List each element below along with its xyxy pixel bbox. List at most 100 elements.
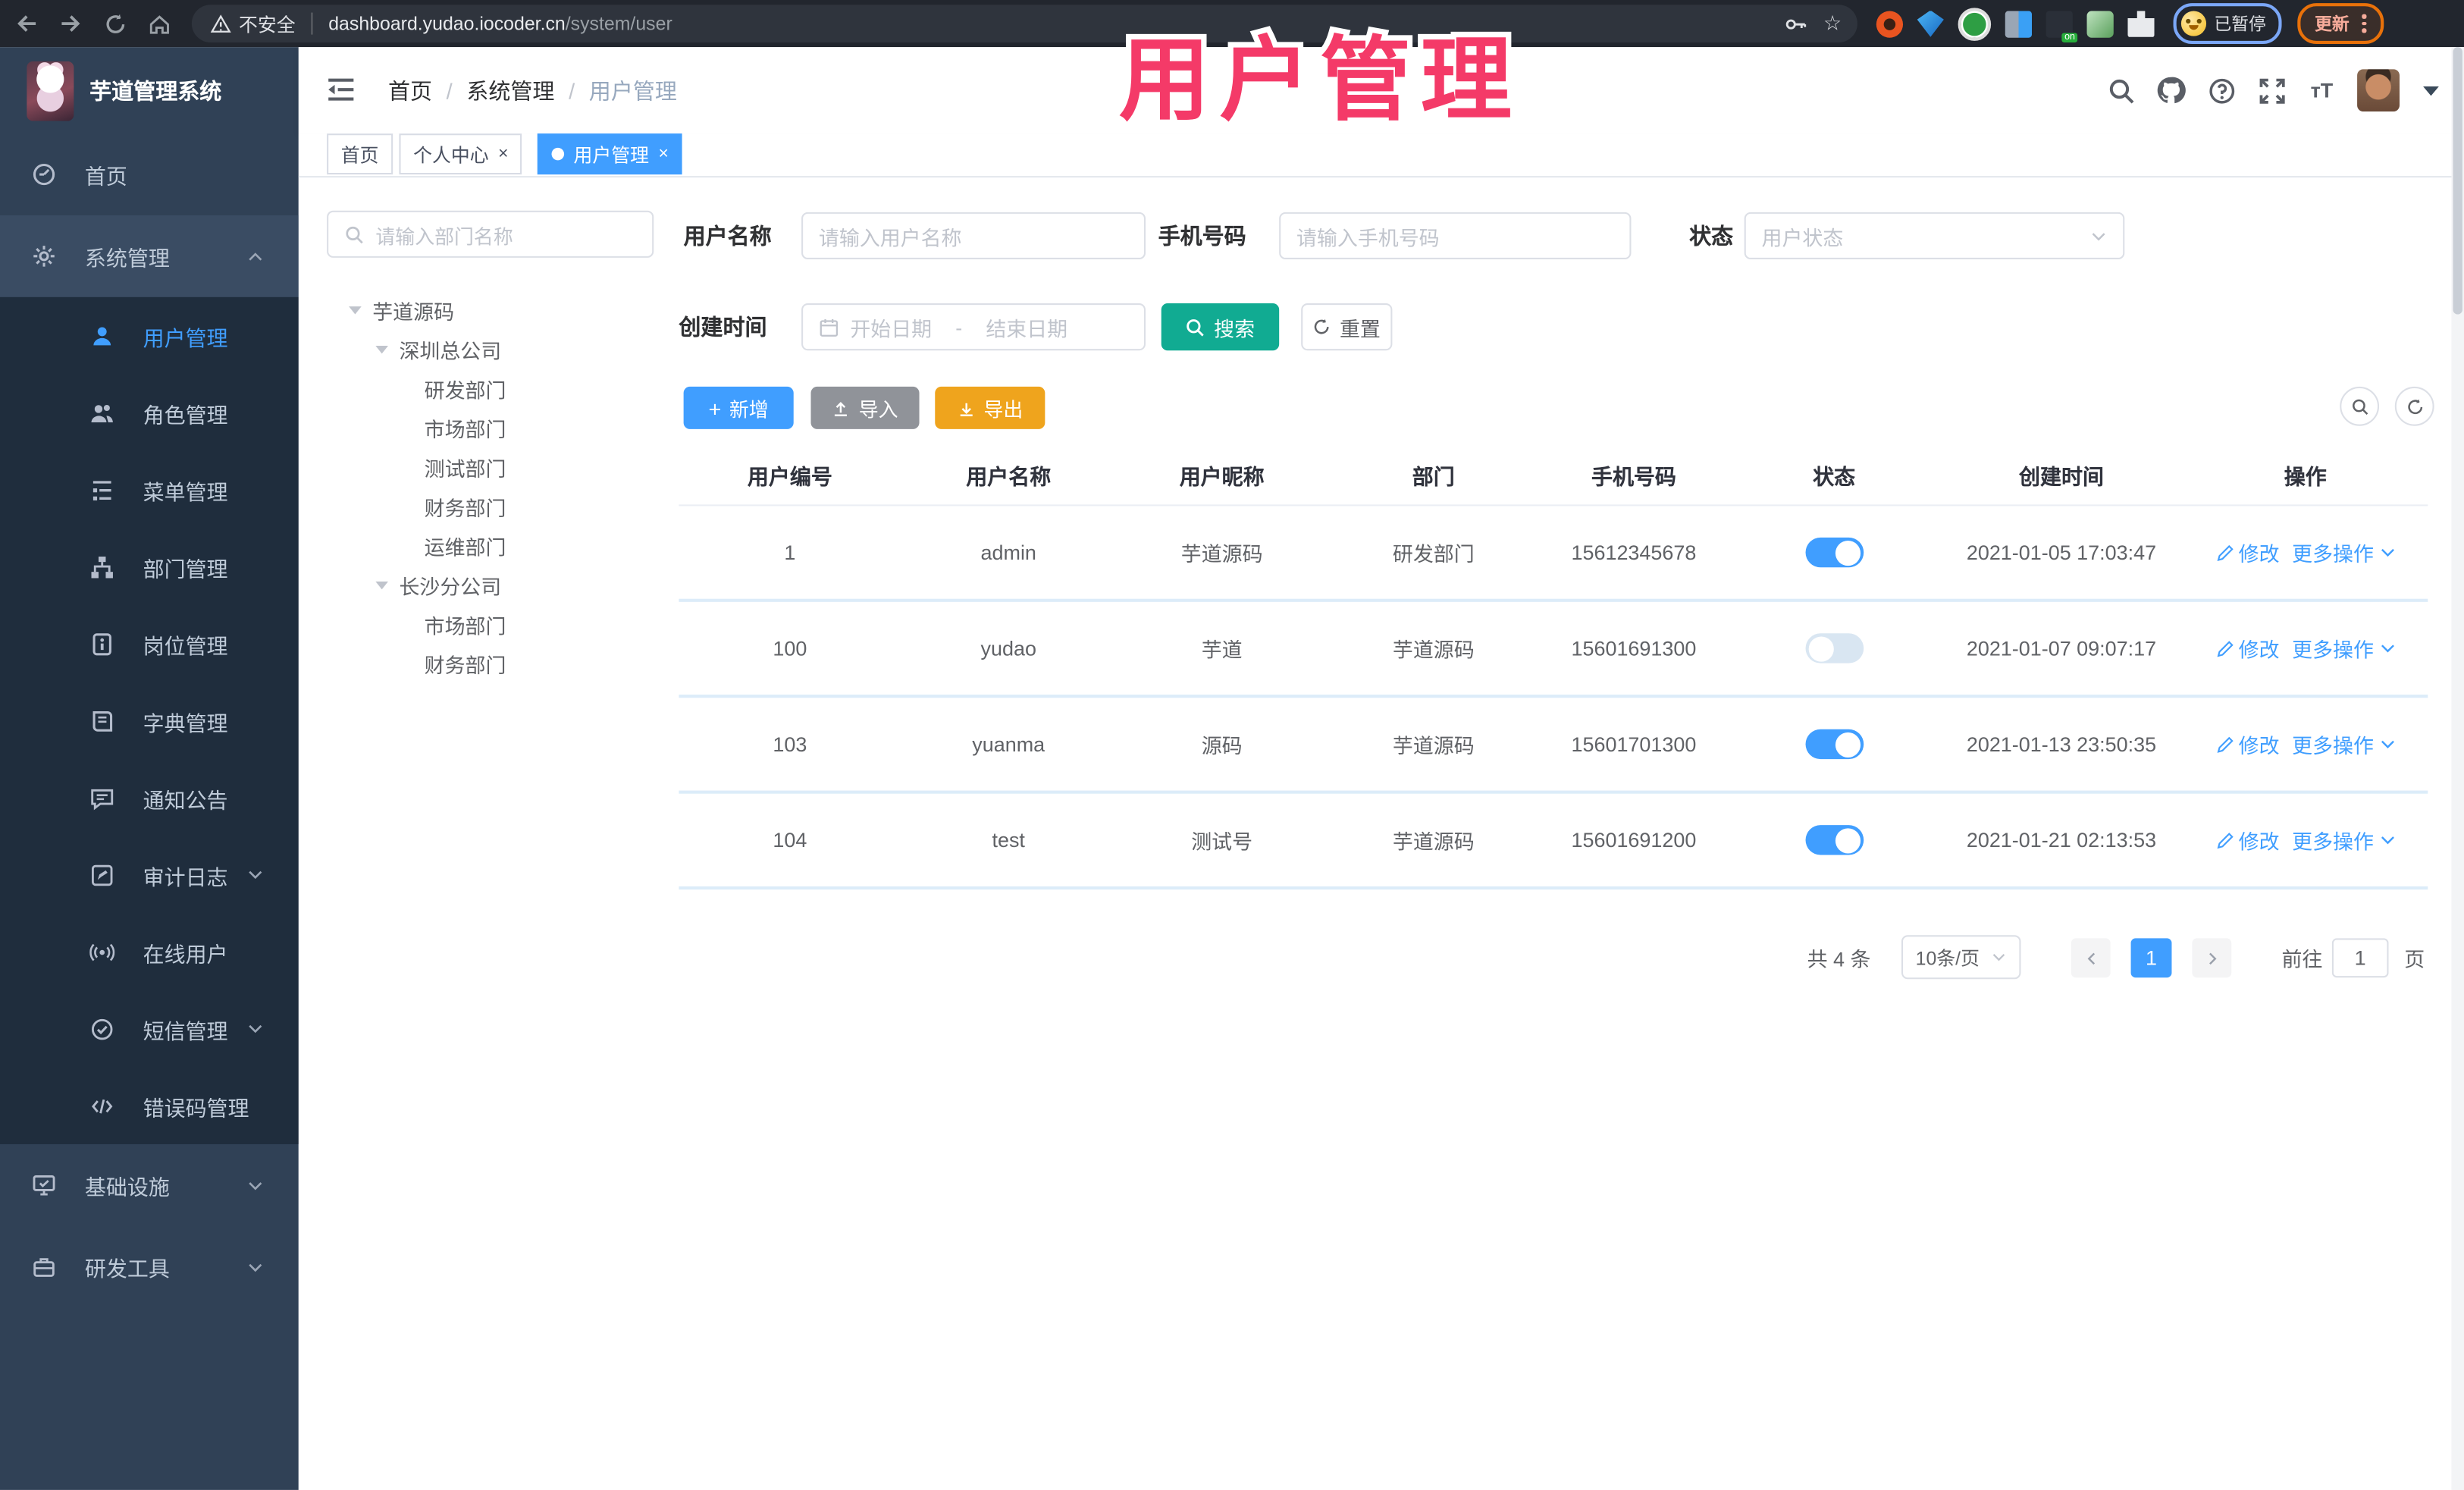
edit-link[interactable]: 修改 xyxy=(2215,825,2280,855)
sidebar-item-audit-log[interactable]: 审计日志 xyxy=(0,836,299,914)
sidebar-item-user-mgmt[interactable]: 用户管理 xyxy=(0,297,299,375)
more-actions-link[interactable]: 更多操作 xyxy=(2292,825,2396,855)
browser-menu-icon[interactable] xyxy=(2362,14,2366,33)
extension-orange-icon[interactable] xyxy=(1876,10,1904,37)
edit-link[interactable]: 修改 xyxy=(2215,729,2280,759)
sidebar-item-sms-mgmt[interactable]: 短信管理 xyxy=(0,990,299,1068)
tab-profile[interactable]: 个人中心 × xyxy=(399,133,523,175)
page-size-select[interactable]: 10条/页 xyxy=(1901,935,2021,980)
font-size-icon[interactable]: тT xyxy=(2307,75,2337,105)
not-secure-warning-icon[interactable] xyxy=(210,14,231,34)
caret-down-icon[interactable] xyxy=(375,581,388,590)
fullscreen-icon[interactable] xyxy=(2256,75,2286,105)
extension-list-on-icon[interactable]: on xyxy=(2045,10,2078,42)
url-host[interactable]: dashboard.yudao.iocoder.cn xyxy=(328,13,566,35)
caret-down-icon[interactable] xyxy=(375,345,388,354)
status-toggle[interactable] xyxy=(1804,825,1864,855)
extension-green-y-icon[interactable] xyxy=(1958,7,1992,40)
sidebar-item-infra[interactable]: 基础设施 xyxy=(0,1144,299,1226)
browser-forward-icon[interactable] xyxy=(53,6,88,41)
sidebar-item-dict-mgmt[interactable]: 字典管理 xyxy=(0,682,299,760)
extension-key-icon[interactable] xyxy=(2086,10,2114,37)
security-label[interactable]: 不安全 xyxy=(239,10,296,36)
sidebar-item-notice[interactable]: 通知公告 xyxy=(0,759,299,836)
tree-node[interactable]: 长沙分公司 xyxy=(327,566,657,605)
app-logo-row[interactable]: 芋道管理系统 xyxy=(0,47,299,133)
caret-down-icon[interactable] xyxy=(349,306,362,315)
extension-grid-icon[interactable] xyxy=(2005,10,2033,37)
browser-update-button[interactable]: 更新 xyxy=(2297,3,2384,45)
table-search-toggle-button[interactable] xyxy=(2340,386,2380,426)
more-actions-link[interactable]: 更多操作 xyxy=(2292,633,2396,663)
github-icon[interactable] xyxy=(2156,75,2186,105)
tree-node[interactable]: 市场部门 xyxy=(327,409,657,448)
sidebar-item-menu-mgmt[interactable]: 菜单管理 xyxy=(0,451,299,529)
sidebar-item-dept-mgmt[interactable]: 部门管理 xyxy=(0,528,299,605)
more-actions-link[interactable]: 更多操作 xyxy=(2292,538,2396,567)
message-icon xyxy=(89,785,114,810)
status-toggle[interactable] xyxy=(1804,633,1864,663)
browser-reload-icon[interactable] xyxy=(98,6,133,41)
tree-node[interactable]: 深圳总公司 xyxy=(327,330,657,369)
help-icon[interactable] xyxy=(2206,75,2236,105)
page-number-current[interactable]: 1 xyxy=(2130,938,2172,978)
status-toggle[interactable] xyxy=(1804,537,1864,568)
date-separator: - xyxy=(955,315,963,339)
header-search-icon[interactable] xyxy=(2105,75,2135,105)
extensions-puzzle-icon[interactable] xyxy=(2127,10,2155,37)
more-actions-link[interactable]: 更多操作 xyxy=(2292,729,2396,759)
tree-node[interactable]: 测试部门 xyxy=(327,448,657,488)
browser-profile-chip[interactable]: 已暂停 xyxy=(2173,3,2282,45)
sidebar-item-home[interactable]: 首页 xyxy=(0,133,299,215)
username-input[interactable]: 请输入用户名称 xyxy=(801,212,1146,259)
table-refresh-button[interactable] xyxy=(2394,386,2434,426)
collapse-sidebar-icon[interactable] xyxy=(325,74,356,105)
edit-link[interactable]: 修改 xyxy=(2215,538,2280,567)
sidebar-item-dev-tools[interactable]: 研发工具 xyxy=(0,1226,299,1308)
status-select[interactable]: 用户状态 xyxy=(1744,212,2125,259)
tab-user-mgmt[interactable]: 用户管理 × xyxy=(537,133,683,175)
prev-page-button[interactable] xyxy=(2071,938,2111,978)
tab-close-icon[interactable]: × xyxy=(658,145,668,164)
edit-link[interactable]: 修改 xyxy=(2215,633,2280,663)
page-scrollbar[interactable] xyxy=(2451,47,2464,1490)
tree-node[interactable]: 财务部门 xyxy=(327,488,657,527)
add-button[interactable]: + 新增 xyxy=(683,386,794,429)
sidebar-item-post-mgmt[interactable]: 岗位管理 xyxy=(0,605,299,682)
tree-node[interactable]: 财务部门 xyxy=(327,645,657,684)
tree-node-label: 测试部门 xyxy=(424,457,506,482)
tree-node[interactable]: 市场部门 xyxy=(327,605,657,645)
sidebar-item-system[interactable]: 系统管理 xyxy=(0,215,299,297)
bookmark-star-icon[interactable]: ☆ xyxy=(1823,11,1842,36)
tab-home[interactable]: 首页 xyxy=(327,133,393,175)
breadcrumb-item[interactable]: 首页 xyxy=(388,74,432,105)
browser-back-icon[interactable] xyxy=(9,6,44,41)
sidebar-item-online-users[interactable]: 在线用户 xyxy=(0,913,299,990)
status-toggle[interactable] xyxy=(1804,729,1864,760)
tree-node[interactable]: 研发部门 xyxy=(327,369,657,409)
search-button[interactable]: 搜索 xyxy=(1161,303,1280,351)
user-avatar[interactable] xyxy=(2357,69,2400,112)
password-key-icon[interactable] xyxy=(1784,12,1807,36)
goto-page-input[interactable]: 1 xyxy=(2331,938,2389,978)
url-path[interactable]: /system/user xyxy=(566,13,672,35)
import-button[interactable]: 导入 xyxy=(810,386,920,429)
scrollbar-thumb[interactable] xyxy=(2453,47,2462,315)
sidebar-item-role-mgmt[interactable]: 角色管理 xyxy=(0,374,299,451)
reset-button[interactable]: 重置 xyxy=(1301,303,1393,351)
next-page-button[interactable] xyxy=(2192,938,2232,978)
createtime-range-input[interactable]: 开始日期 - 结束日期 xyxy=(801,303,1146,351)
chevron-down-icon xyxy=(246,1020,264,1037)
mobile-input[interactable]: 请输入手机号码 xyxy=(1279,212,1632,259)
tree-node[interactable]: 运维部门 xyxy=(327,526,657,566)
browser-home-icon[interactable] xyxy=(142,6,177,41)
tree-node[interactable]: 芋道源码 xyxy=(327,290,657,330)
export-button[interactable]: 导出 xyxy=(935,386,1045,429)
address-bar[interactable]: 不安全 dashboard.yudao.iocoder.cn/system/us… xyxy=(191,5,1857,42)
sidebar-item-error-code[interactable]: 错误码管理 xyxy=(0,1067,299,1144)
extension-gem-icon[interactable] xyxy=(1917,10,1944,37)
tab-close-icon[interactable]: × xyxy=(498,145,508,164)
breadcrumb-item[interactable]: 系统管理 xyxy=(466,74,554,105)
dept-search-input[interactable]: 请输入部门名称 xyxy=(327,210,654,258)
avatar-caret-down-icon[interactable] xyxy=(2423,85,2439,96)
